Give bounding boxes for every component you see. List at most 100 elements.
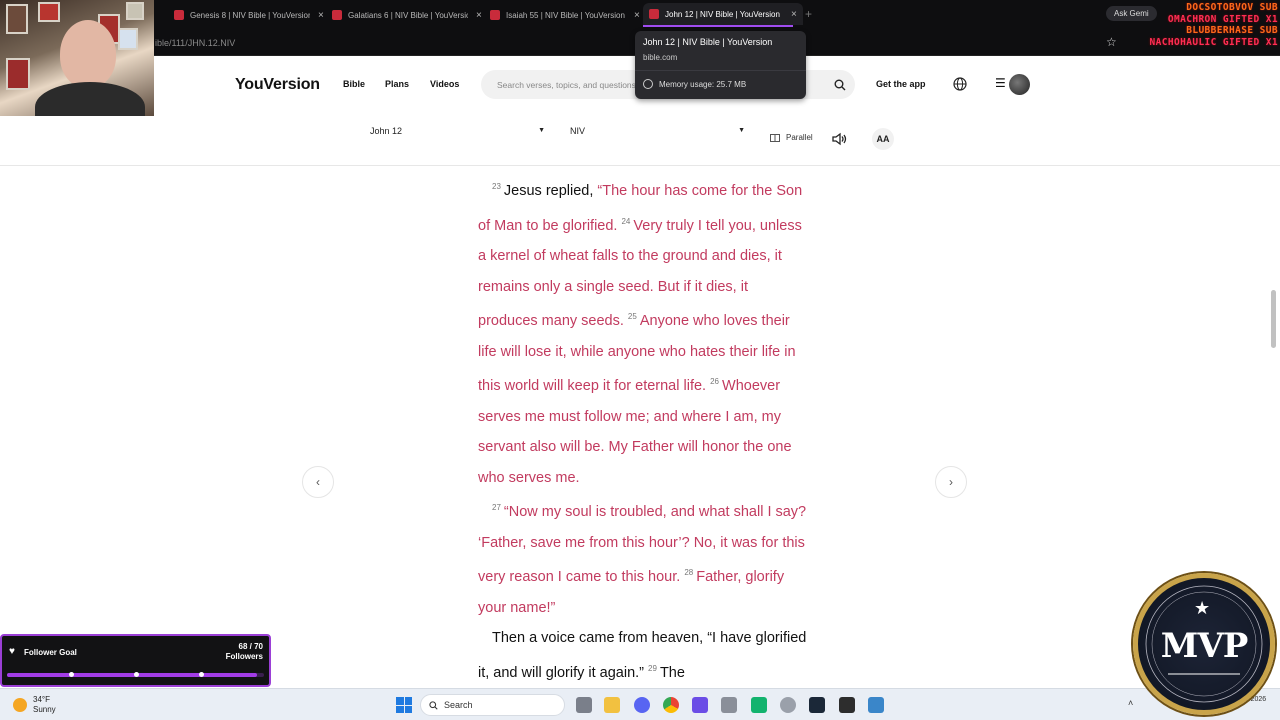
weather-widget[interactable]: 34°F Sunny bbox=[13, 695, 56, 715]
webcam-overlay bbox=[0, 0, 154, 116]
follower-goal-title: Follower Goal bbox=[24, 648, 77, 657]
avatar[interactable] bbox=[1009, 74, 1030, 95]
url-field[interactable]: ible/111/JHN.12.NIV bbox=[155, 38, 235, 48]
search-icon bbox=[429, 700, 438, 710]
active-tab-indicator bbox=[643, 25, 793, 27]
search-placeholder: Search verses, topics, and questions bbox=[497, 80, 636, 90]
notepad-icon[interactable] bbox=[868, 697, 884, 713]
hamburger-menu-icon[interactable]: ☰ bbox=[995, 76, 1006, 90]
sub-alerts-overlay: DOCSOTOBVOV SUB OMACHRON GIFTED X1 BLUBB… bbox=[1126, 2, 1278, 48]
wall-frame bbox=[6, 58, 30, 90]
search-icon[interactable] bbox=[828, 73, 851, 96]
tab-isaiah-55[interactable]: Isaiah 55 | NIV Bible | YouVersion × bbox=[490, 5, 640, 25]
passage-paragraph: 27 “Now my soul is troubled, and what sha… bbox=[478, 493, 808, 623]
nav-plans[interactable]: Plans bbox=[385, 79, 409, 89]
scrollbar[interactable] bbox=[1271, 290, 1276, 348]
browser-tabbar: Genesis 8 | NIV Bible | YouVersion × Gal… bbox=[0, 0, 1280, 30]
discord-icon[interactable] bbox=[634, 697, 650, 713]
passage-paragraph: 23 Jesus replied, “The hour has come for … bbox=[478, 172, 808, 493]
bible-app-icon bbox=[332, 10, 342, 20]
verse-text[interactable]: Whoever serves me must follow me; and wh… bbox=[478, 378, 792, 486]
streamer-shirt bbox=[35, 82, 145, 116]
get-app-link[interactable]: Get the app bbox=[876, 79, 926, 89]
verse-number: 24 bbox=[621, 216, 631, 226]
font-settings-button[interactable]: AA bbox=[872, 128, 894, 150]
chevron-down-icon: ▼ bbox=[538, 127, 545, 134]
version-select[interactable]: NIV ▼ bbox=[570, 126, 745, 140]
tab-hover-tooltip: John 12 | NIV Bible | YouVersion bible.c… bbox=[635, 31, 806, 99]
verse-text[interactable]: Jesus replied, bbox=[504, 183, 593, 199]
verse-number: 29 bbox=[648, 663, 657, 673]
tooltip-domain: bible.com bbox=[643, 53, 678, 62]
youversion-logo[interactable]: YouVersion bbox=[235, 76, 320, 94]
bible-app-icon bbox=[490, 10, 500, 20]
wall-frame bbox=[38, 2, 60, 22]
taskbar: 34°F Sunny Search ˄ 3/16/2026 bbox=[0, 688, 1280, 720]
verse-text[interactable]: The bbox=[660, 665, 685, 681]
verse-number: 27 bbox=[492, 503, 501, 512]
tab-galatians-6[interactable]: Galatians 6 | NIV Bible | YouVersion × bbox=[332, 5, 482, 25]
nav-bible[interactable]: Bible bbox=[343, 79, 365, 89]
passage-paragraph: Then a voice came from heaven, “I have g… bbox=[478, 623, 808, 688]
sub-alert: DOCSOTOBVOV SUB bbox=[1186, 2, 1278, 13]
follower-goal-progress bbox=[7, 672, 264, 677]
chevron-up-icon[interactable]: ˄ bbox=[1128, 698, 1133, 708]
globe-icon[interactable] bbox=[953, 77, 967, 91]
bible-app-icon bbox=[174, 10, 184, 20]
parallel-button[interactable]: Parallel bbox=[770, 133, 813, 142]
bible-app-icon bbox=[649, 9, 659, 19]
wall-frame bbox=[118, 28, 138, 50]
progress-fill bbox=[7, 673, 257, 677]
verse-number: 26 bbox=[710, 377, 720, 386]
mvp-badge-logo: ★ MVP bbox=[1133, 573, 1275, 715]
chrome-icon[interactable] bbox=[663, 697, 679, 713]
app-icon[interactable] bbox=[751, 697, 767, 713]
file-explorer-icon[interactable] bbox=[604, 697, 620, 713]
windows-start-icon[interactable] bbox=[396, 697, 412, 713]
parallel-icon bbox=[770, 133, 780, 142]
chevron-right-icon: › bbox=[949, 475, 953, 489]
progress-marker bbox=[199, 672, 204, 677]
previous-chapter-button[interactable]: ‹ bbox=[302, 466, 334, 498]
next-chapter-button[interactable]: › bbox=[935, 466, 967, 498]
tab-john-12[interactable]: John 12 | NIV Bible | YouVersion × bbox=[643, 3, 803, 25]
terminal-icon[interactable] bbox=[839, 697, 855, 713]
book-chapter-select[interactable]: John 12 ▼ bbox=[370, 126, 545, 140]
wall-frame bbox=[126, 2, 144, 20]
verse-number: 23 bbox=[492, 182, 501, 191]
chevron-left-icon: ‹ bbox=[316, 475, 320, 489]
new-tab-icon[interactable]: + bbox=[805, 7, 812, 21]
verse-text[interactable]: Then a voice came from heaven, “I have g… bbox=[478, 630, 806, 681]
badge-word: MVP bbox=[1160, 626, 1249, 666]
app-grid-icon[interactable] bbox=[692, 697, 708, 713]
close-tab-icon[interactable]: × bbox=[318, 10, 324, 21]
sub-alert: OMACHRON GIFTED X1 bbox=[1167, 13, 1278, 25]
tab-genesis-8[interactable]: Genesis 8 | NIV Bible | YouVersion × bbox=[174, 5, 324, 25]
nav-videos[interactable]: Videos bbox=[430, 79, 459, 89]
bookmark-star-icon[interactable]: ☆ bbox=[1106, 35, 1117, 49]
progress-marker bbox=[134, 672, 139, 677]
app-icon[interactable] bbox=[721, 697, 737, 713]
steam-icon[interactable] bbox=[809, 697, 825, 713]
close-tab-icon[interactable]: × bbox=[476, 10, 482, 21]
sub-alert: BLUBBERHASE SUB bbox=[1186, 25, 1278, 36]
tooltip-divider bbox=[635, 70, 806, 71]
close-tab-icon[interactable]: × bbox=[634, 10, 640, 21]
tooltip-title: John 12 | NIV Bible | YouVersion bbox=[643, 37, 773, 47]
taskbar-search[interactable]: Search bbox=[420, 694, 565, 716]
follower-goal-widget: ♥ Follower Goal 68 / 70 Followers bbox=[0, 634, 271, 687]
tooltip-memory: Memory usage: 25.7 MB bbox=[659, 80, 747, 89]
follower-goal-count: 68 / 70 Followers bbox=[225, 642, 263, 661]
wall-frame bbox=[6, 4, 28, 34]
bible-passage: 23 Jesus replied, “The hour has come for … bbox=[478, 172, 808, 688]
reader-toolbar: John 12 ▼ NIV ▼ Parallel AA bbox=[0, 112, 1280, 166]
settings-icon[interactable] bbox=[780, 697, 796, 713]
verse-number: 25 bbox=[627, 312, 637, 321]
sun-icon bbox=[13, 698, 27, 712]
chevron-down-icon: ▼ bbox=[738, 127, 745, 134]
audio-icon[interactable] bbox=[830, 130, 848, 148]
close-tab-icon[interactable]: × bbox=[791, 9, 797, 20]
progress-marker bbox=[69, 672, 74, 677]
task-view-icon[interactable] bbox=[576, 697, 592, 713]
streamer-face bbox=[60, 20, 116, 88]
